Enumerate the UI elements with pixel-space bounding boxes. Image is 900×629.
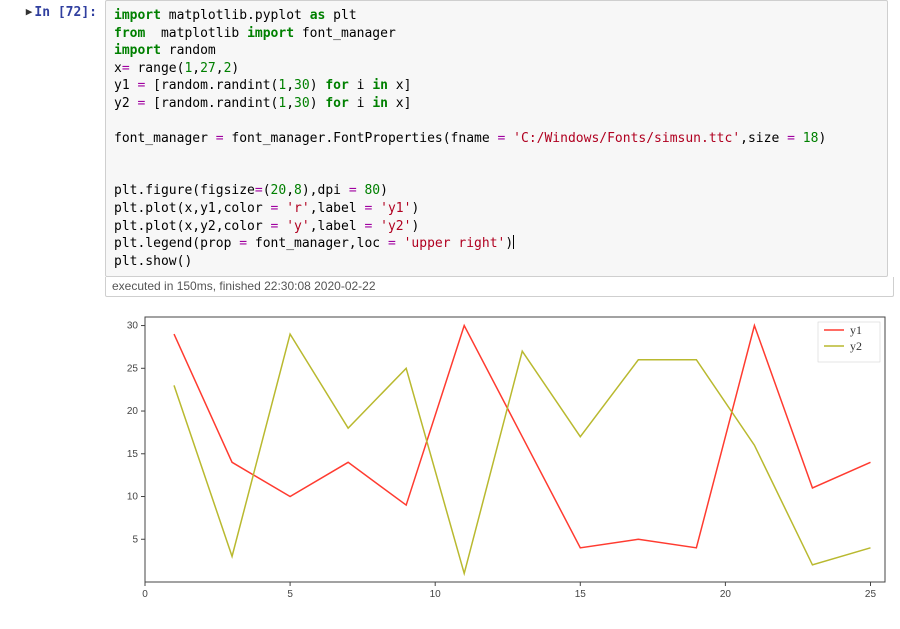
series-y2 (174, 334, 870, 573)
line-chart: 5 10 15 20 25 30 0 5 10 15 20 25 y1 y2 (105, 307, 895, 607)
series-y1 (174, 326, 870, 548)
execution-info: executed in 150ms, finished 22:30:08 202… (105, 277, 894, 297)
x-tick-label: 25 (865, 589, 877, 600)
x-tick-label: 20 (720, 589, 732, 600)
y-tick-label: 20 (127, 406, 139, 417)
x-tick-label: 0 (142, 589, 148, 600)
y-tick-label: 25 (127, 363, 139, 374)
input-prompt: ▶In [72]: (0, 0, 105, 297)
legend-label-y1: y1 (850, 323, 862, 337)
run-cell-icon[interactable]: ▶ (26, 5, 33, 18)
x-tick-label: 5 (287, 589, 293, 600)
legend-label-y2: y2 (850, 339, 862, 353)
prompt-label: In [72]: (34, 5, 97, 20)
notebook-cell: ▶In [72]: import matplotlib.pyplot as pl… (0, 0, 900, 297)
y-tick-label: 5 (132, 534, 138, 545)
plot-frame (145, 317, 885, 582)
x-tick-label: 15 (575, 589, 587, 600)
output-area: 5 10 15 20 25 30 0 5 10 15 20 25 y1 y2 (105, 303, 895, 611)
code-content[interactable]: import matplotlib.pyplot as plt from mat… (106, 1, 887, 276)
code-editor[interactable]: import matplotlib.pyplot as plt from mat… (105, 0, 888, 277)
x-tick-label: 10 (430, 589, 442, 600)
legend (818, 322, 880, 362)
y-tick-label: 30 (127, 321, 139, 332)
output-cell: 5 10 15 20 25 30 0 5 10 15 20 25 y1 y2 (0, 303, 900, 611)
y-tick-label: 15 (127, 449, 139, 460)
y-tick-label: 10 (127, 492, 139, 503)
